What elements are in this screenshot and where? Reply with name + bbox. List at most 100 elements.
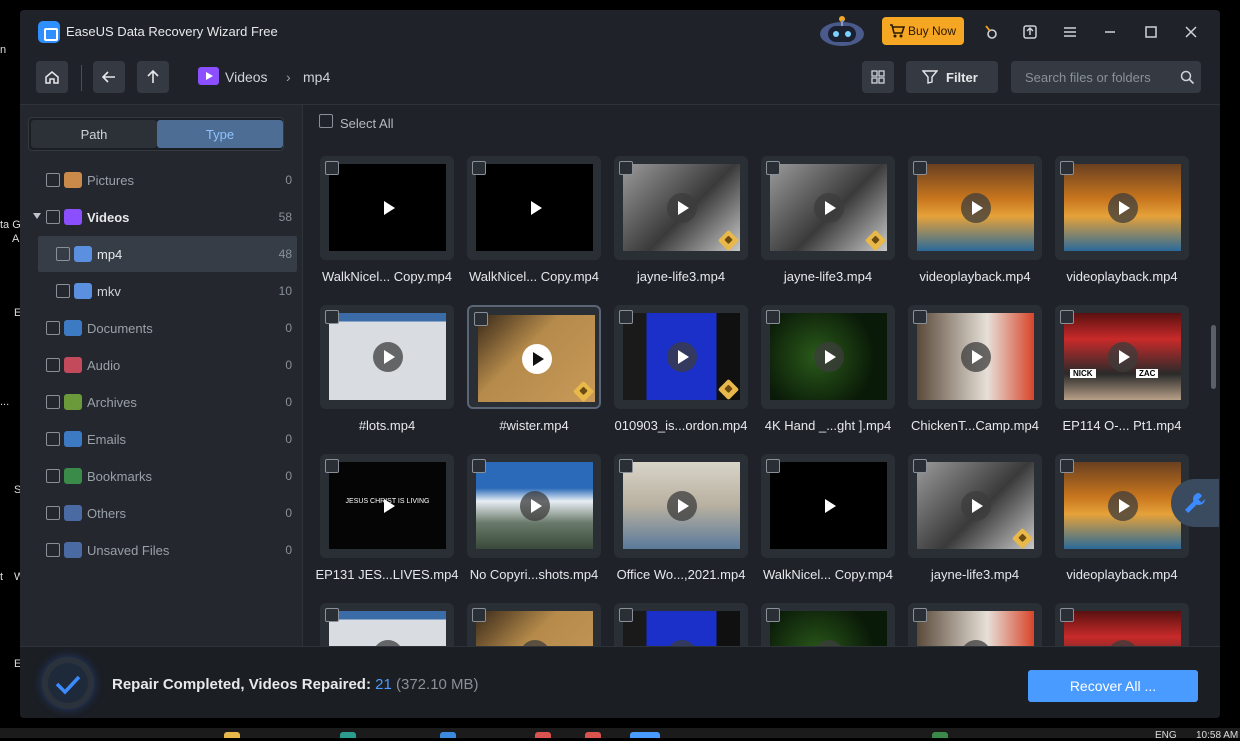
play-icon[interactable] xyxy=(813,192,844,223)
file-checkbox[interactable] xyxy=(913,459,927,473)
file-name[interactable]: WalkNicel... Copy.mp4 xyxy=(459,269,609,284)
play-icon[interactable] xyxy=(373,193,403,223)
pictures-checkbox[interactable] xyxy=(46,173,60,187)
play-icon[interactable] xyxy=(960,341,991,372)
file-name[interactable]: #wister.mp4 xyxy=(459,418,609,433)
file-checkbox[interactable] xyxy=(913,608,927,622)
assistant-robot-icon[interactable] xyxy=(818,14,866,48)
taskbar-app-icon[interactable] xyxy=(585,732,601,738)
file-checkbox[interactable] xyxy=(472,161,486,175)
video-file-tile[interactable] xyxy=(467,156,601,260)
recover-all-button[interactable]: Recover All ... xyxy=(1028,670,1198,702)
file-checkbox[interactable] xyxy=(474,312,488,326)
play-icon[interactable] xyxy=(372,341,403,372)
mkv-checkbox[interactable] xyxy=(56,284,70,298)
taskbar-app-icon[interactable] xyxy=(224,732,240,738)
tray-clock[interactable]: 10:58 AM xyxy=(1196,730,1238,741)
taskbar-app-icon-active[interactable] xyxy=(630,732,660,738)
buy-now-button[interactable]: Buy Now xyxy=(882,17,964,45)
video-file-tile[interactable] xyxy=(614,603,748,646)
video-file-tile[interactable] xyxy=(467,454,601,558)
video-file-tile[interactable] xyxy=(467,603,601,646)
play-icon[interactable] xyxy=(373,491,403,521)
file-checkbox[interactable] xyxy=(619,459,633,473)
tray-language[interactable]: ENG xyxy=(1155,730,1177,741)
taskbar-app-icon[interactable] xyxy=(932,732,948,738)
sidebar-item-mp4[interactable]: mp4 48 xyxy=(38,236,297,272)
emails-checkbox[interactable] xyxy=(46,432,60,446)
video-file-tile[interactable] xyxy=(320,305,454,409)
taskbar-app-icon[interactable] xyxy=(440,732,456,738)
breadcrumb-mp4[interactable]: mp4 xyxy=(303,69,330,85)
file-name[interactable]: jayne-life3.mp4 xyxy=(900,567,1050,582)
play-icon[interactable] xyxy=(960,192,991,223)
video-file-tile[interactable] xyxy=(320,603,454,646)
video-file-tile[interactable] xyxy=(761,156,895,260)
file-name[interactable]: Office Wo...,2021.mp4 xyxy=(606,567,756,582)
file-name[interactable]: videoplayback.mp4 xyxy=(1047,567,1197,582)
tab-type[interactable]: Type xyxy=(157,120,283,148)
breadcrumb-videos[interactable]: Videos xyxy=(225,69,268,85)
video-file-tile[interactable]: JESUS CHRIST IS LIVING xyxy=(320,454,454,558)
video-file-tile[interactable] xyxy=(908,454,1042,558)
file-name[interactable]: ChickenT...Camp.mp4 xyxy=(900,418,1050,433)
file-checkbox[interactable] xyxy=(766,459,780,473)
play-icon[interactable] xyxy=(520,193,550,223)
sidebar-item-archives[interactable]: Archives 0 xyxy=(20,384,302,420)
play-icon[interactable] xyxy=(1107,192,1138,223)
grid-view-button[interactable] xyxy=(862,61,894,93)
file-name[interactable]: EP114 O-... Pt1.mp4 xyxy=(1047,418,1197,433)
taskbar-app-icon[interactable] xyxy=(535,732,551,738)
sidebar-item-unsaved-files[interactable]: Unsaved Files 0 xyxy=(20,532,302,568)
file-name[interactable]: #lots.mp4 xyxy=(312,418,462,433)
videos-checkbox[interactable] xyxy=(46,210,60,224)
file-checkbox[interactable] xyxy=(472,608,486,622)
minimize-icon[interactable] xyxy=(1098,20,1122,44)
search-input[interactable] xyxy=(1011,61,1201,93)
grid-scrollbar[interactable] xyxy=(1211,325,1216,389)
menu-icon[interactable] xyxy=(1058,20,1082,44)
sidebar-item-pictures[interactable]: Pictures 0 xyxy=(20,162,302,198)
file-checkbox[interactable] xyxy=(1060,608,1074,622)
file-checkbox[interactable] xyxy=(472,459,486,473)
documents-checkbox[interactable] xyxy=(46,321,60,335)
select-all-checkbox[interactable] xyxy=(319,114,333,128)
export-icon[interactable] xyxy=(1018,20,1042,44)
gift-icon[interactable] xyxy=(979,20,1003,44)
file-checkbox[interactable] xyxy=(913,310,927,324)
video-file-tile[interactable] xyxy=(1055,156,1189,260)
play-icon[interactable] xyxy=(814,491,844,521)
file-name[interactable]: No Copyri...shots.mp4 xyxy=(459,567,609,582)
play-icon[interactable] xyxy=(666,192,697,223)
tab-path[interactable]: Path xyxy=(31,120,157,148)
file-checkbox[interactable] xyxy=(913,161,927,175)
video-file-tile[interactable] xyxy=(761,603,895,646)
close-icon[interactable] xyxy=(1179,20,1203,44)
sidebar-item-emails[interactable]: Emails 0 xyxy=(20,421,302,457)
audio-checkbox[interactable] xyxy=(46,358,60,372)
sidebar-item-documents[interactable]: Documents 0 xyxy=(20,310,302,346)
video-file-tile[interactable]: NICKZAC xyxy=(1055,603,1189,646)
video-file-tile[interactable]: NICKZAC xyxy=(1055,305,1189,409)
file-checkbox[interactable] xyxy=(619,310,633,324)
video-file-tile[interactable] xyxy=(1055,454,1189,558)
file-checkbox[interactable] xyxy=(1060,459,1074,473)
file-checkbox[interactable] xyxy=(766,161,780,175)
video-file-tile[interactable] xyxy=(761,305,895,409)
home-button[interactable] xyxy=(36,61,68,93)
expand-caret-icon[interactable] xyxy=(33,213,41,219)
video-file-tile[interactable] xyxy=(614,454,748,558)
play-icon[interactable] xyxy=(1107,490,1138,521)
mp4-checkbox[interactable] xyxy=(56,247,70,261)
video-file-tile[interactable] xyxy=(467,305,601,409)
search-icon[interactable] xyxy=(1180,70,1195,85)
archives-checkbox[interactable] xyxy=(46,395,60,409)
up-button[interactable] xyxy=(137,61,169,93)
play-icon[interactable] xyxy=(666,490,697,521)
file-name[interactable]: EP131 JES...LIVES.mp4 xyxy=(312,567,462,582)
file-checkbox[interactable] xyxy=(325,459,339,473)
play-icon[interactable] xyxy=(960,490,991,521)
video-file-tile[interactable] xyxy=(908,156,1042,260)
video-file-tile[interactable] xyxy=(614,156,748,260)
maximize-icon[interactable] xyxy=(1139,20,1163,44)
